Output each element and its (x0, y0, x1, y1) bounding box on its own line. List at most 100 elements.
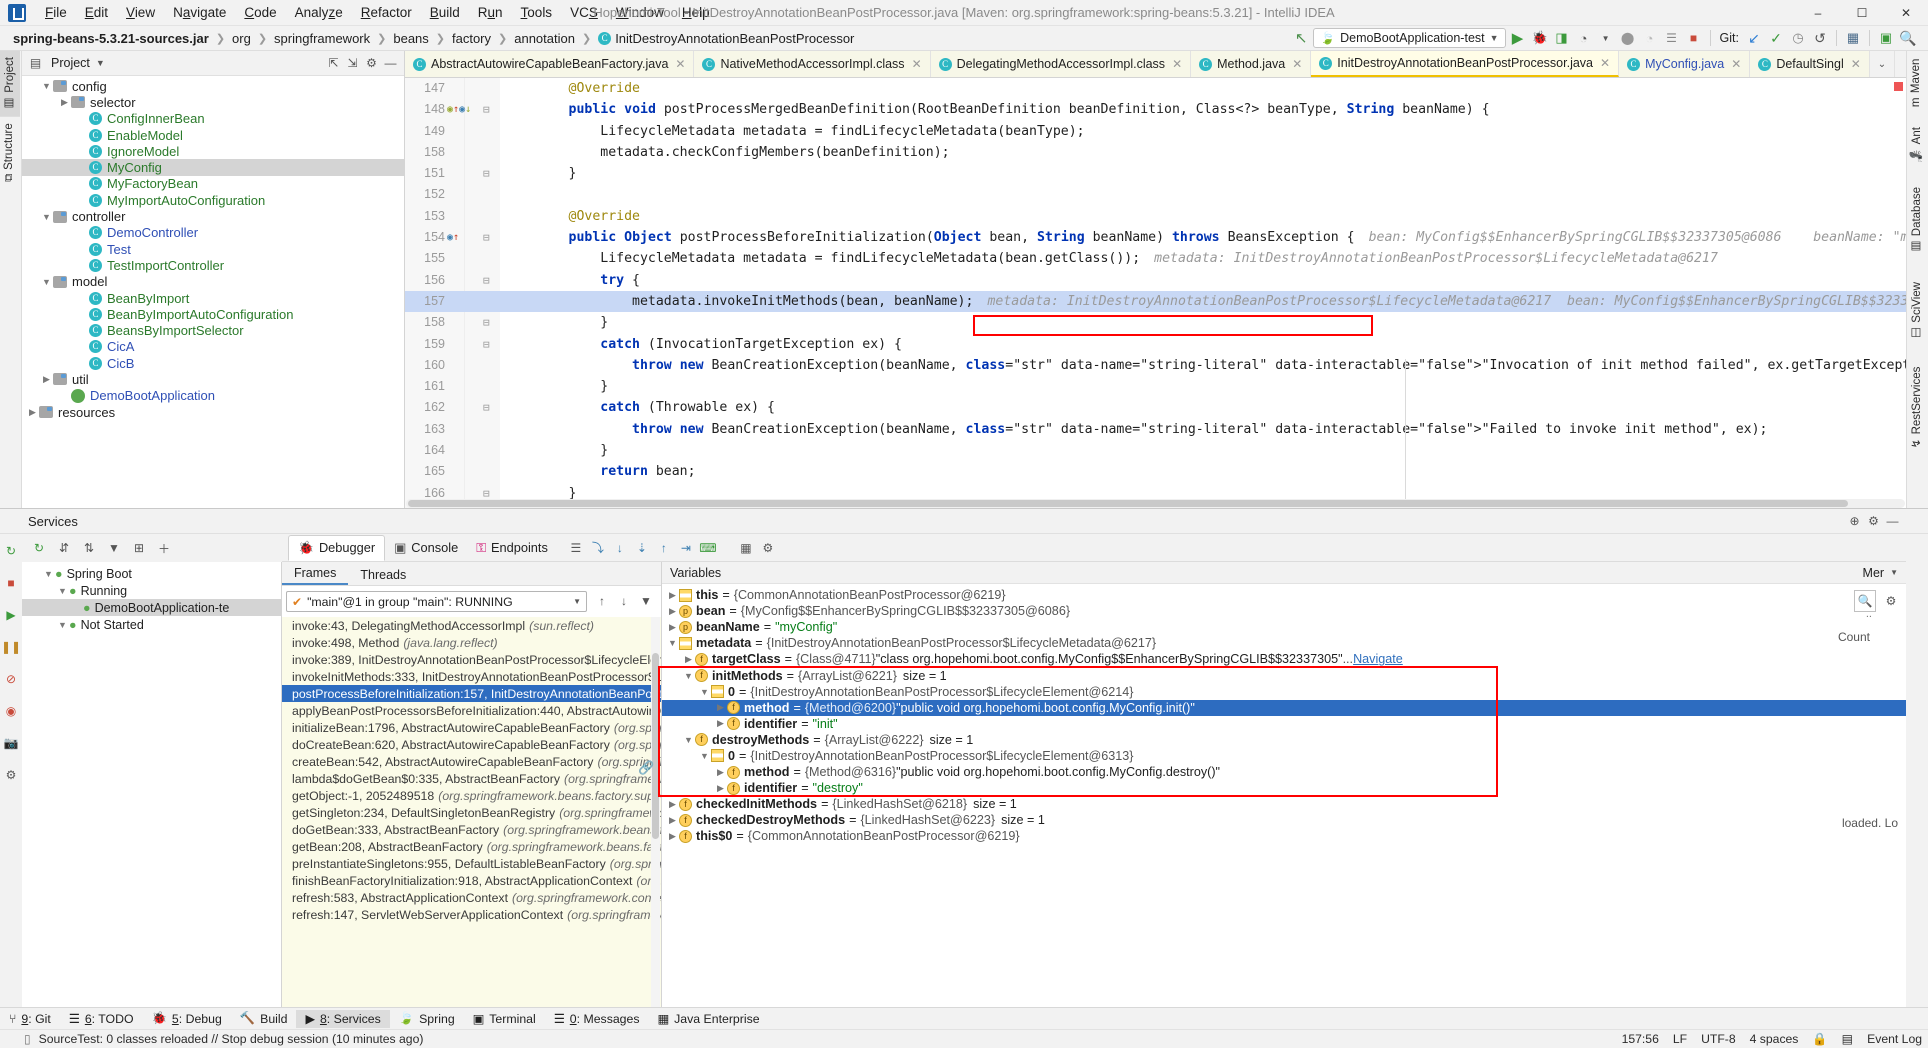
code-line[interactable]: 161 } (405, 376, 1906, 397)
debug-icon[interactable]: 🐞 (1530, 28, 1550, 48)
project-tree-item[interactable]: C BeanByImportAutoConfiguration (22, 306, 404, 322)
minimize-button[interactable]: – (1796, 0, 1840, 26)
tab-threads[interactable]: Threads (348, 565, 418, 585)
commit-icon[interactable]: ✓ (1766, 28, 1786, 48)
frame-list-item[interactable]: initializeBean:1796, AbstractAutowireCap… (282, 719, 661, 736)
camera-icon[interactable]: 📷 (0, 732, 22, 754)
menu-view[interactable]: View (117, 2, 164, 23)
force-step-into-icon[interactable]: ⇣ (631, 537, 653, 559)
code-line[interactable]: 148 ◉↑◉↓ ⊟ public void postProcessMergedBe… (405, 99, 1906, 120)
chevron-right-icon[interactable]: ▶ (666, 799, 679, 810)
project-tree-item[interactable]: C CicA (22, 339, 404, 355)
menu-navigate[interactable]: Navigate (164, 2, 235, 23)
close-icon[interactable]: ✕ (1290, 57, 1302, 71)
chevron-right-icon[interactable]: ▶ (58, 97, 71, 108)
chevron-down-icon[interactable]: ▼ (42, 569, 55, 579)
error-stripe-icon[interactable] (1894, 82, 1903, 91)
add-icon[interactable]: ＋ (153, 537, 175, 559)
code-line[interactable]: 164 } (405, 440, 1906, 461)
caret-position[interactable]: 157:56 (1622, 1032, 1659, 1046)
hide-icon[interactable]: — (381, 54, 400, 73)
tab-frames[interactable]: Frames (282, 563, 349, 585)
frame-list-item[interactable]: invoke:389, InitDestroyAnnotationBeanPos… (282, 651, 661, 668)
code-line[interactable]: 157 metadata.invokeInitMethods(bean, bea… (405, 290, 1906, 313)
code-line[interactable]: 147 @Override (405, 78, 1906, 99)
menu-build[interactable]: Build (421, 2, 469, 23)
editor-tab[interactable]: C NativeMethodAccessorImpl.class ✕ (694, 51, 931, 77)
editor-tab-bar[interactable]: C AbstractAutowireCapableBeanFactory.java… (405, 51, 1906, 78)
settings-icon[interactable]: ⚙ (362, 54, 381, 73)
breakpoint-icon[interactable]: ◉↑◉↓ (447, 99, 471, 120)
navigate-link[interactable]: Navigate (1353, 652, 1403, 666)
project-tree-item[interactable]: C MyFactoryBean (22, 176, 404, 192)
code-line[interactable]: 156 ⊟ try { (405, 270, 1906, 291)
profiler-icon[interactable]: ◔ (1574, 28, 1594, 48)
code-fold-icon[interactable]: ⊟ (483, 397, 490, 418)
frame-list-item[interactable]: createBean:542, AbstractAutowireCapableB… (282, 753, 661, 770)
lock-icon[interactable]: 🔒 (1812, 1032, 1827, 1046)
editor-hscrollbar[interactable] (406, 499, 1905, 508)
indent-setting[interactable]: 4 spaces (1750, 1032, 1799, 1046)
stop-icon[interactable]: ■ (0, 572, 22, 594)
frames-vscrollbar-thumb[interactable] (652, 653, 659, 839)
variable-row[interactable]: ▶ f targetClass = {Class@4711} "class org.ho… (662, 651, 1906, 667)
settings-icon[interactable]: ⚙ (0, 764, 22, 786)
chevron-right-icon[interactable]: ▶ (666, 815, 679, 826)
sidebar-item-structure[interactable]: ⧉ Structure (0, 117, 18, 188)
toolwindow-button-debug[interactable]: 🐞 5: Debug (143, 1009, 231, 1028)
coverage-disabled-icon[interactable]: ◔ (1640, 28, 1660, 48)
frame-list-item[interactable]: doCreateBean:620, AbstractAutowireCapabl… (282, 736, 661, 753)
code-line[interactable]: 154 ◉↑ ⊟ public Object postProcessBeforeIn… (405, 227, 1906, 248)
breadcrumb-item-6[interactable]: C InitDestroyAnnotationBeanPostProcessor (595, 30, 857, 47)
menu-edit[interactable]: Edit (76, 2, 117, 23)
chevron-right-icon[interactable]: ▶ (682, 654, 695, 665)
frame-list-item[interactable]: preInstantiateSingletons:955, DefaultLis… (282, 855, 661, 872)
toolwindow-button-javaenterprise[interactable]: ▦ Java Enterprise (649, 1010, 769, 1028)
variable-row[interactable]: ▼ 0 = {InitDestroyAnnotationBeanPostProcess… (662, 748, 1906, 764)
menu-tools[interactable]: Tools (512, 2, 562, 23)
frame-list-item[interactable]: lambda$doGetBean$0:335, AbstractBeanFact… (282, 770, 661, 787)
search-everywhere-icon[interactable]: 🔍 (1898, 28, 1918, 48)
event-log-label[interactable]: Event Log (1867, 1032, 1922, 1046)
code-line[interactable]: 158 ⊟ } (405, 312, 1906, 333)
terminal-run-icon[interactable]: ▣ (1876, 28, 1896, 48)
sidebar-item-sciview[interactable]: ◫ SciView (1907, 276, 1927, 347)
toolwindow-button-messages[interactable]: ☰ 0: Messages (545, 1010, 649, 1028)
close-icon[interactable]: ✕ (1849, 57, 1861, 71)
run-icon[interactable]: ▶ (1508, 28, 1528, 48)
code-line[interactable]: 159 ⊟ catch (InvocationTargetException ex… (405, 334, 1906, 355)
toolwindow-button-terminal[interactable]: ▣ Terminal (464, 1010, 545, 1028)
group-icon[interactable]: ⊞ (128, 537, 150, 559)
project-tree-item[interactable]: C BeanByImport (22, 290, 404, 306)
services-tree-item[interactable]: ▼ ● Not Started (22, 616, 281, 633)
settings-icon[interactable]: ⚙ (757, 537, 779, 559)
project-tree-item[interactable]: C TestImportController (22, 257, 404, 273)
frame-list-item[interactable]: refresh:147, ServletWebServerApplication… (282, 906, 661, 923)
project-tree-item[interactable]: C CicB (22, 355, 404, 371)
breadcrumb-item-1[interactable]: org (229, 30, 254, 47)
step-over-icon[interactable]: ⤵ (587, 537, 609, 559)
settings-icon[interactable]: ⚙ (1864, 512, 1883, 531)
close-icon[interactable]: ✕ (1170, 57, 1182, 71)
menu-help[interactable]: Help (673, 2, 719, 23)
toolwindow-button-git[interactable]: ⑂ 9: Git (0, 1010, 60, 1028)
sidebar-item-maven[interactable]: m Maven (1907, 53, 1925, 113)
tab-console[interactable]: ▣ Console (385, 536, 467, 560)
breadcrumb-item-0[interactable]: spring-beans-5.3.21-sources.jar (10, 30, 212, 47)
chevron-down-icon[interactable]: ▼ (96, 58, 105, 68)
project-tree-item[interactable]: ▼ model (22, 274, 404, 290)
frame-list-item[interactable]: invoke:498, Method (java.lang.reflect) (282, 634, 661, 651)
menu-file[interactable]: File (36, 2, 76, 23)
project-tree-item[interactable]: C EnableModel (22, 127, 404, 143)
editor-tab[interactable]: C InitDestroyAnnotationBeanPostProcessor.… (1311, 51, 1620, 77)
breadcrumb-item-4[interactable]: factory (449, 30, 494, 47)
project-tree-item[interactable]: DemoBootApplication (22, 388, 404, 404)
run-configuration-selector[interactable]: 🍃 DemoBootApplication-test ▼ (1313, 28, 1506, 48)
editor-tab[interactable]: C DelegatingMethodAccessorImpl.class ✕ (930, 51, 1192, 77)
close-icon[interactable]: ✕ (673, 57, 685, 71)
variable-row[interactable]: ▼ metadata = {InitDestroyAnnotationBeanPost… (662, 635, 1906, 651)
chevron-down-icon[interactable]: ▼ (682, 735, 695, 745)
expand-all-icon[interactable]: ⇵ (53, 537, 75, 559)
frames-vscrollbar[interactable] (651, 617, 660, 1010)
project-tree-item[interactable]: C DemoController (22, 225, 404, 241)
